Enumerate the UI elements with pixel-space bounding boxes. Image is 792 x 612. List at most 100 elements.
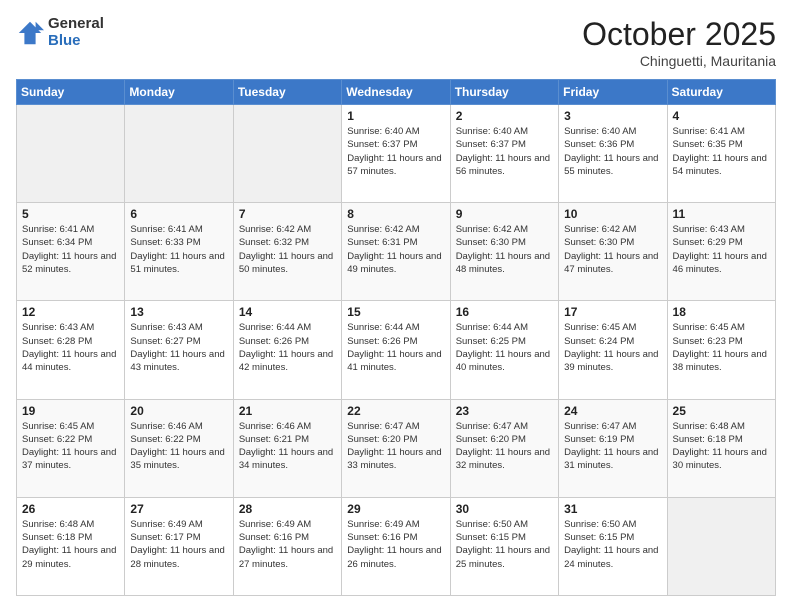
day-number: 21: [239, 404, 336, 418]
calendar-cell: 17Sunrise: 6:45 AMSunset: 6:24 PMDayligh…: [559, 301, 667, 399]
day-number: 15: [347, 305, 444, 319]
day-number: 29: [347, 502, 444, 516]
day-info: Sunrise: 6:42 AMSunset: 6:30 PMDaylight:…: [564, 223, 661, 276]
day-info: Sunrise: 6:50 AMSunset: 6:15 PMDaylight:…: [456, 518, 553, 571]
calendar-cell: 27Sunrise: 6:49 AMSunset: 6:17 PMDayligh…: [125, 497, 233, 595]
day-number: 10: [564, 207, 661, 221]
calendar-week-3: 12 Sunrise: 6:43 AMSunset: 6:28 PMDayligh…: [17, 301, 776, 399]
logo-blue-text: Blue: [48, 33, 104, 50]
day-number: 17: [564, 305, 661, 319]
day-number: 8: [347, 207, 444, 221]
day-number: 26: [22, 502, 119, 516]
calendar-cell: 12 Sunrise: 6:43 AMSunset: 6:28 PMDayligh…: [17, 301, 125, 399]
title-block: October 2025 Chinguetti, Mauritania: [582, 16, 776, 69]
day-header-sunday: Sunday: [17, 80, 125, 105]
calendar-cell: [125, 105, 233, 203]
day-number: 2: [456, 109, 553, 123]
day-info: Sunrise: 6:40 AMSunset: 6:37 PMDaylight:…: [456, 125, 553, 178]
day-number: 3: [564, 109, 661, 123]
day-number: 7: [239, 207, 336, 221]
calendar-cell: 4 Sunrise: 6:41 AMSunset: 6:35 PMDaylight…: [667, 105, 775, 203]
day-number: 19: [22, 404, 119, 418]
calendar-cell: 3 Sunrise: 6:40 AMSunset: 6:36 PMDaylight…: [559, 105, 667, 203]
calendar-cell: 30 Sunrise: 6:50 AMSunset: 6:15 PMDayligh…: [450, 497, 558, 595]
day-info: Sunrise: 6:42 AMSunset: 6:32 PMDaylight:…: [239, 223, 336, 276]
day-number: 9: [456, 207, 553, 221]
day-info: Sunrise: 6:46 AMSunset: 6:21 PMDaylight:…: [239, 420, 336, 473]
day-info: Sunrise: 6:45 AMSunset: 6:22 PMDaylight:…: [22, 420, 119, 473]
day-info: Sunrise: 6:47 AMSunset: 6:20 PMDaylight:…: [456, 420, 553, 473]
day-number: 18: [673, 305, 770, 319]
day-number: 20: [130, 404, 227, 418]
day-info: Sunrise: 6:43 AMSunset: 6:28 PMDaylight:…: [22, 321, 119, 374]
day-info: Sunrise: 6:48 AMSunset: 6:18 PMDaylight:…: [22, 518, 119, 571]
logo-general-text: General: [48, 16, 104, 33]
day-info: Sunrise: 6:45 AMSunset: 6:23 PMDaylight:…: [673, 321, 770, 374]
logo: General Blue: [16, 16, 104, 49]
day-number: 27: [130, 502, 227, 516]
calendar-cell: 21 Sunrise: 6:46 AMSunset: 6:21 PMDayligh…: [233, 399, 341, 497]
calendar-cell: 6Sunrise: 6:41 AMSunset: 6:33 PMDaylight…: [125, 203, 233, 301]
day-info: Sunrise: 6:46 AMSunset: 6:22 PMDaylight:…: [130, 420, 227, 473]
day-info: Sunrise: 6:43 AMSunset: 6:27 PMDaylight:…: [130, 321, 227, 374]
day-info: Sunrise: 6:40 AMSunset: 6:36 PMDaylight:…: [564, 125, 661, 178]
day-info: Sunrise: 6:48 AMSunset: 6:18 PMDaylight:…: [673, 420, 770, 473]
calendar-table: SundayMondayTuesdayWednesdayThursdayFrid…: [16, 79, 776, 596]
calendar-cell: 25 Sunrise: 6:48 AMSunset: 6:18 PMDayligh…: [667, 399, 775, 497]
calendar-header-row: SundayMondayTuesdayWednesdayThursdayFrid…: [17, 80, 776, 105]
day-info: Sunrise: 6:44 AMSunset: 6:25 PMDaylight:…: [456, 321, 553, 374]
calendar-cell: 18 Sunrise: 6:45 AMSunset: 6:23 PMDayligh…: [667, 301, 775, 399]
calendar-cell: 19 Sunrise: 6:45 AMSunset: 6:22 PMDayligh…: [17, 399, 125, 497]
calendar-cell: 14Sunrise: 6:44 AMSunset: 6:26 PMDayligh…: [233, 301, 341, 399]
day-number: 22: [347, 404, 444, 418]
calendar-week-2: 5Sunrise: 6:41 AMSunset: 6:34 PMDaylight…: [17, 203, 776, 301]
day-header-friday: Friday: [559, 80, 667, 105]
day-number: 25: [673, 404, 770, 418]
day-info: Sunrise: 6:40 AMSunset: 6:37 PMDaylight:…: [347, 125, 444, 178]
calendar-cell: 20 Sunrise: 6:46 AMSunset: 6:22 PMDayligh…: [125, 399, 233, 497]
calendar-cell: 29 Sunrise: 6:49 AMSunset: 6:16 PMDayligh…: [342, 497, 450, 595]
day-number: 1: [347, 109, 444, 123]
month-title: October 2025: [582, 16, 776, 53]
day-number: 11: [673, 207, 770, 221]
day-number: 23: [456, 404, 553, 418]
day-number: 4: [673, 109, 770, 123]
calendar-cell: [667, 497, 775, 595]
calendar-cell: 16Sunrise: 6:44 AMSunset: 6:25 PMDayligh…: [450, 301, 558, 399]
calendar-cell: 31 Sunrise: 6:50 AMSunset: 6:15 PMDayligh…: [559, 497, 667, 595]
day-info: Sunrise: 6:50 AMSunset: 6:15 PMDaylight:…: [564, 518, 661, 571]
day-info: Sunrise: 6:49 AMSunset: 6:16 PMDaylight:…: [239, 518, 336, 571]
calendar-cell: 5Sunrise: 6:41 AMSunset: 6:34 PMDaylight…: [17, 203, 125, 301]
day-number: 31: [564, 502, 661, 516]
calendar-cell: 7 Sunrise: 6:42 AMSunset: 6:32 PMDaylight…: [233, 203, 341, 301]
day-info: Sunrise: 6:42 AMSunset: 6:31 PMDaylight:…: [347, 223, 444, 276]
day-number: 12: [22, 305, 119, 319]
day-info: Sunrise: 6:42 AMSunset: 6:30 PMDaylight:…: [456, 223, 553, 276]
day-header-saturday: Saturday: [667, 80, 775, 105]
day-number: 6: [130, 207, 227, 221]
calendar-cell: 15Sunrise: 6:44 AMSunset: 6:26 PMDayligh…: [342, 301, 450, 399]
day-info: Sunrise: 6:47 AMSunset: 6:20 PMDaylight:…: [347, 420, 444, 473]
day-info: Sunrise: 6:41 AMSunset: 6:35 PMDaylight:…: [673, 125, 770, 178]
page: General Blue October 2025 Chinguetti, Ma…: [0, 0, 792, 612]
calendar-week-4: 19 Sunrise: 6:45 AMSunset: 6:22 PMDayligh…: [17, 399, 776, 497]
calendar-cell: 13 Sunrise: 6:43 AMSunset: 6:27 PMDayligh…: [125, 301, 233, 399]
day-number: 14: [239, 305, 336, 319]
day-header-tuesday: Tuesday: [233, 80, 341, 105]
logo-text: General Blue: [48, 16, 104, 49]
calendar-cell: [233, 105, 341, 203]
day-number: 24: [564, 404, 661, 418]
calendar-cell: 22 Sunrise: 6:47 AMSunset: 6:20 PMDayligh…: [342, 399, 450, 497]
day-number: 13: [130, 305, 227, 319]
calendar-cell: 10 Sunrise: 6:42 AMSunset: 6:30 PMDayligh…: [559, 203, 667, 301]
calendar-cell: 1 Sunrise: 6:40 AMSunset: 6:37 PMDaylight…: [342, 105, 450, 203]
day-header-monday: Monday: [125, 80, 233, 105]
calendar-cell: 28Sunrise: 6:49 AMSunset: 6:16 PMDayligh…: [233, 497, 341, 595]
day-info: Sunrise: 6:49 AMSunset: 6:16 PMDaylight:…: [347, 518, 444, 571]
day-number: 30: [456, 502, 553, 516]
day-number: 5: [22, 207, 119, 221]
day-info: Sunrise: 6:47 AMSunset: 6:19 PMDaylight:…: [564, 420, 661, 473]
calendar-week-5: 26 Sunrise: 6:48 AMSunset: 6:18 PMDayligh…: [17, 497, 776, 595]
calendar-cell: 2 Sunrise: 6:40 AMSunset: 6:37 PMDaylight…: [450, 105, 558, 203]
day-info: Sunrise: 6:43 AMSunset: 6:29 PMDaylight:…: [673, 223, 770, 276]
